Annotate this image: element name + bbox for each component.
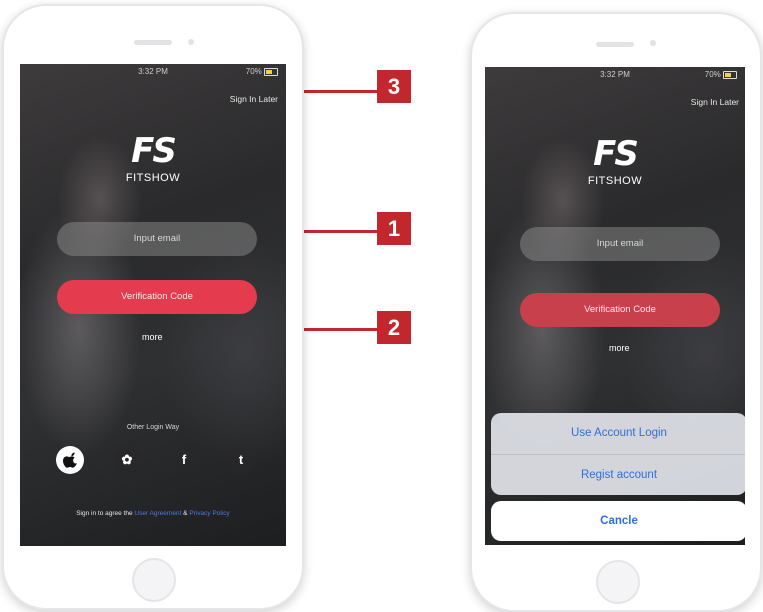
battery-icon: [723, 70, 737, 79]
user-agreement-link[interactable]: User Agreement: [134, 510, 181, 517]
regist-account-option[interactable]: Regist account: [491, 455, 745, 495]
home-button: [596, 560, 640, 604]
battery-percent: 70%: [704, 70, 721, 79]
status-indicators: 70%: [705, 70, 737, 79]
privacy-policy-link[interactable]: Privacy Policy: [189, 510, 229, 517]
logo-mark: FS: [131, 131, 177, 171]
battery-icon: [264, 67, 278, 76]
logo-text: FITSHOW: [125, 172, 181, 184]
speaker-grille: [134, 40, 172, 45]
phone-left: 3:32 PM 70% Sign In Later FS FITSHOW Inp…: [2, 4, 304, 610]
logo-mark: FS: [593, 134, 639, 174]
facebook-icon[interactable]: f: [170, 446, 198, 474]
speaker-grille: [596, 42, 634, 47]
agreement-and: &: [183, 510, 188, 517]
callout-1-badge: 1: [377, 212, 411, 245]
callout-2-badge: 2: [377, 311, 411, 344]
login-screen-with-sheet: 3:32 PM 70% Sign In Later FS FITSHOW Inp…: [485, 67, 745, 545]
callout-3-badge: 3: [377, 70, 411, 103]
home-button: [132, 558, 176, 602]
fitshow-logo: FS FITSHOW: [575, 135, 655, 187]
phone-right: 3:32 PM 70% Sign In Later FS FITSHOW Inp…: [470, 12, 762, 612]
fitshow-logo: FS FITSHOW: [113, 132, 193, 184]
social-login-row: ✿ f t: [56, 446, 256, 474]
front-camera: [650, 40, 656, 46]
email-input[interactable]: Input email: [520, 227, 720, 261]
use-account-login-option[interactable]: Use Account Login: [491, 413, 745, 453]
status-bar: 3:32 PM 70%: [20, 64, 286, 80]
logo-text: FITSHOW: [587, 175, 643, 187]
apple-icon[interactable]: [56, 446, 84, 474]
battery-percent: 70%: [245, 67, 262, 76]
more-link[interactable]: more: [142, 332, 163, 342]
agreement-prefix: Sign in to agree the: [76, 510, 133, 517]
action-sheet: Use Account Login Regist account: [491, 413, 745, 495]
front-camera: [188, 39, 194, 45]
twitter-icon[interactable]: t: [227, 446, 255, 474]
sign-in-later-link[interactable]: Sign In Later: [691, 97, 739, 107]
status-bar: 3:32 PM 70%: [485, 67, 745, 83]
cancel-button[interactable]: Cancle: [491, 501, 745, 541]
verification-code-button[interactable]: Verification Code: [57, 280, 257, 314]
agreement-text: Sign in to agree the User Agreement & Pr…: [20, 510, 286, 517]
more-link[interactable]: more: [609, 343, 630, 353]
other-login-label: Other Login Way: [126, 424, 180, 431]
email-input[interactable]: Input email: [57, 222, 257, 256]
login-screen: 3:32 PM 70% Sign In Later FS FITSHOW Inp…: [20, 64, 286, 546]
sign-in-later-link[interactable]: Sign In Later: [230, 94, 278, 104]
wechat-icon[interactable]: ✿: [113, 446, 141, 474]
status-indicators: 70%: [246, 67, 278, 76]
verification-code-button[interactable]: Verification Code: [520, 293, 720, 327]
